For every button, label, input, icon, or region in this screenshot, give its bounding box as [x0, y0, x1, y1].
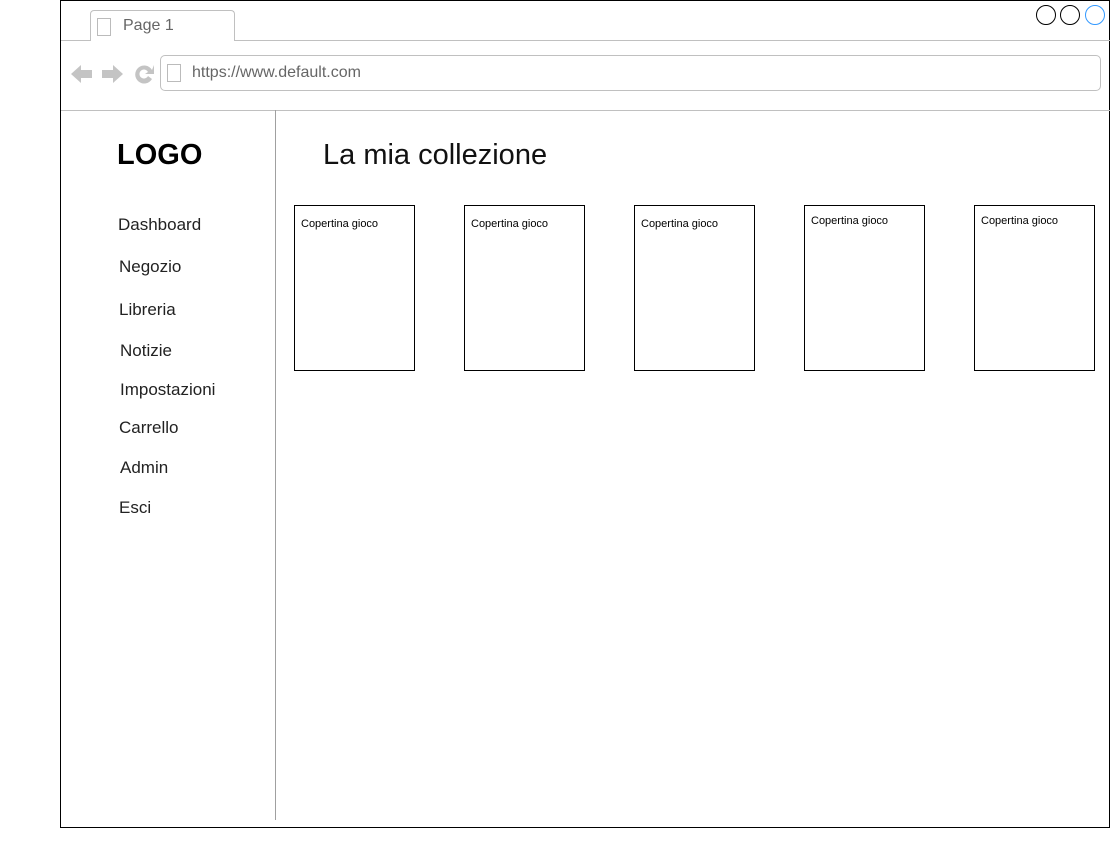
game-card[interactable]: Copertina gioco	[634, 205, 755, 371]
divider	[61, 110, 1110, 111]
sidebar-item-impostazioni[interactable]: Impostazioni	[120, 380, 215, 400]
sidebar-item-notizie[interactable]: Notizie	[120, 341, 172, 361]
tab-title: Page 1	[123, 17, 174, 34]
game-card[interactable]: Copertina gioco	[974, 205, 1095, 371]
sidebar-item-esci[interactable]: Esci	[119, 498, 151, 518]
forward-icon[interactable]	[102, 65, 123, 83]
game-card[interactable]: Copertina gioco	[464, 205, 585, 371]
back-icon[interactable]	[71, 65, 92, 83]
game-cover-label: Copertina gioco	[471, 218, 549, 230]
sidebar-item-dashboard[interactable]: Dashboard	[118, 215, 201, 235]
browser-window	[60, 0, 1110, 828]
close-button[interactable]	[1085, 5, 1105, 25]
sidebar-item-negozio[interactable]: Negozio	[119, 257, 181, 277]
minimize-button[interactable]	[1036, 5, 1056, 25]
game-cover-label: Copertina gioco	[981, 215, 1059, 227]
browser-tab[interactable]: Page 1	[90, 10, 235, 41]
page-icon	[97, 18, 111, 36]
sidebar-item-carrello[interactable]: Carrello	[119, 418, 179, 438]
nav-controls	[71, 65, 154, 84]
sidebar-item-admin[interactable]: Admin	[120, 458, 168, 478]
reload-icon[interactable]	[135, 65, 154, 84]
maximize-button[interactable]	[1060, 5, 1080, 25]
game-card[interactable]: Copertina gioco	[294, 205, 415, 371]
url-text[interactable]: https://www.default.com	[192, 64, 361, 82]
game-cover-label: Copertina gioco	[301, 218, 379, 230]
address-bar[interactable]: https://www.default.com	[160, 55, 1101, 91]
game-card[interactable]: Copertina gioco	[804, 205, 925, 371]
game-cover-label: Copertina gioco	[641, 218, 719, 230]
logo: LOGO	[117, 139, 203, 171]
page-icon	[167, 64, 181, 82]
sidebar-item-libreria[interactable]: Libreria	[119, 300, 176, 320]
sidebar-divider	[275, 110, 276, 820]
game-cover-label: Copertina gioco	[811, 215, 889, 227]
page-title: La mia collezione	[323, 139, 548, 171]
